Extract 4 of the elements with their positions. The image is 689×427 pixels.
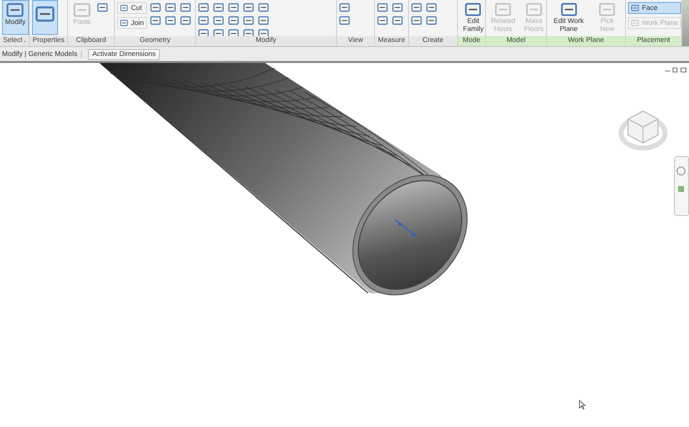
properties-button[interactable] [32,0,58,35]
window-controls-icon[interactable] [664,67,688,73]
mouse-cursor-icon [579,400,586,410]
ribbon-filler [682,0,689,46]
